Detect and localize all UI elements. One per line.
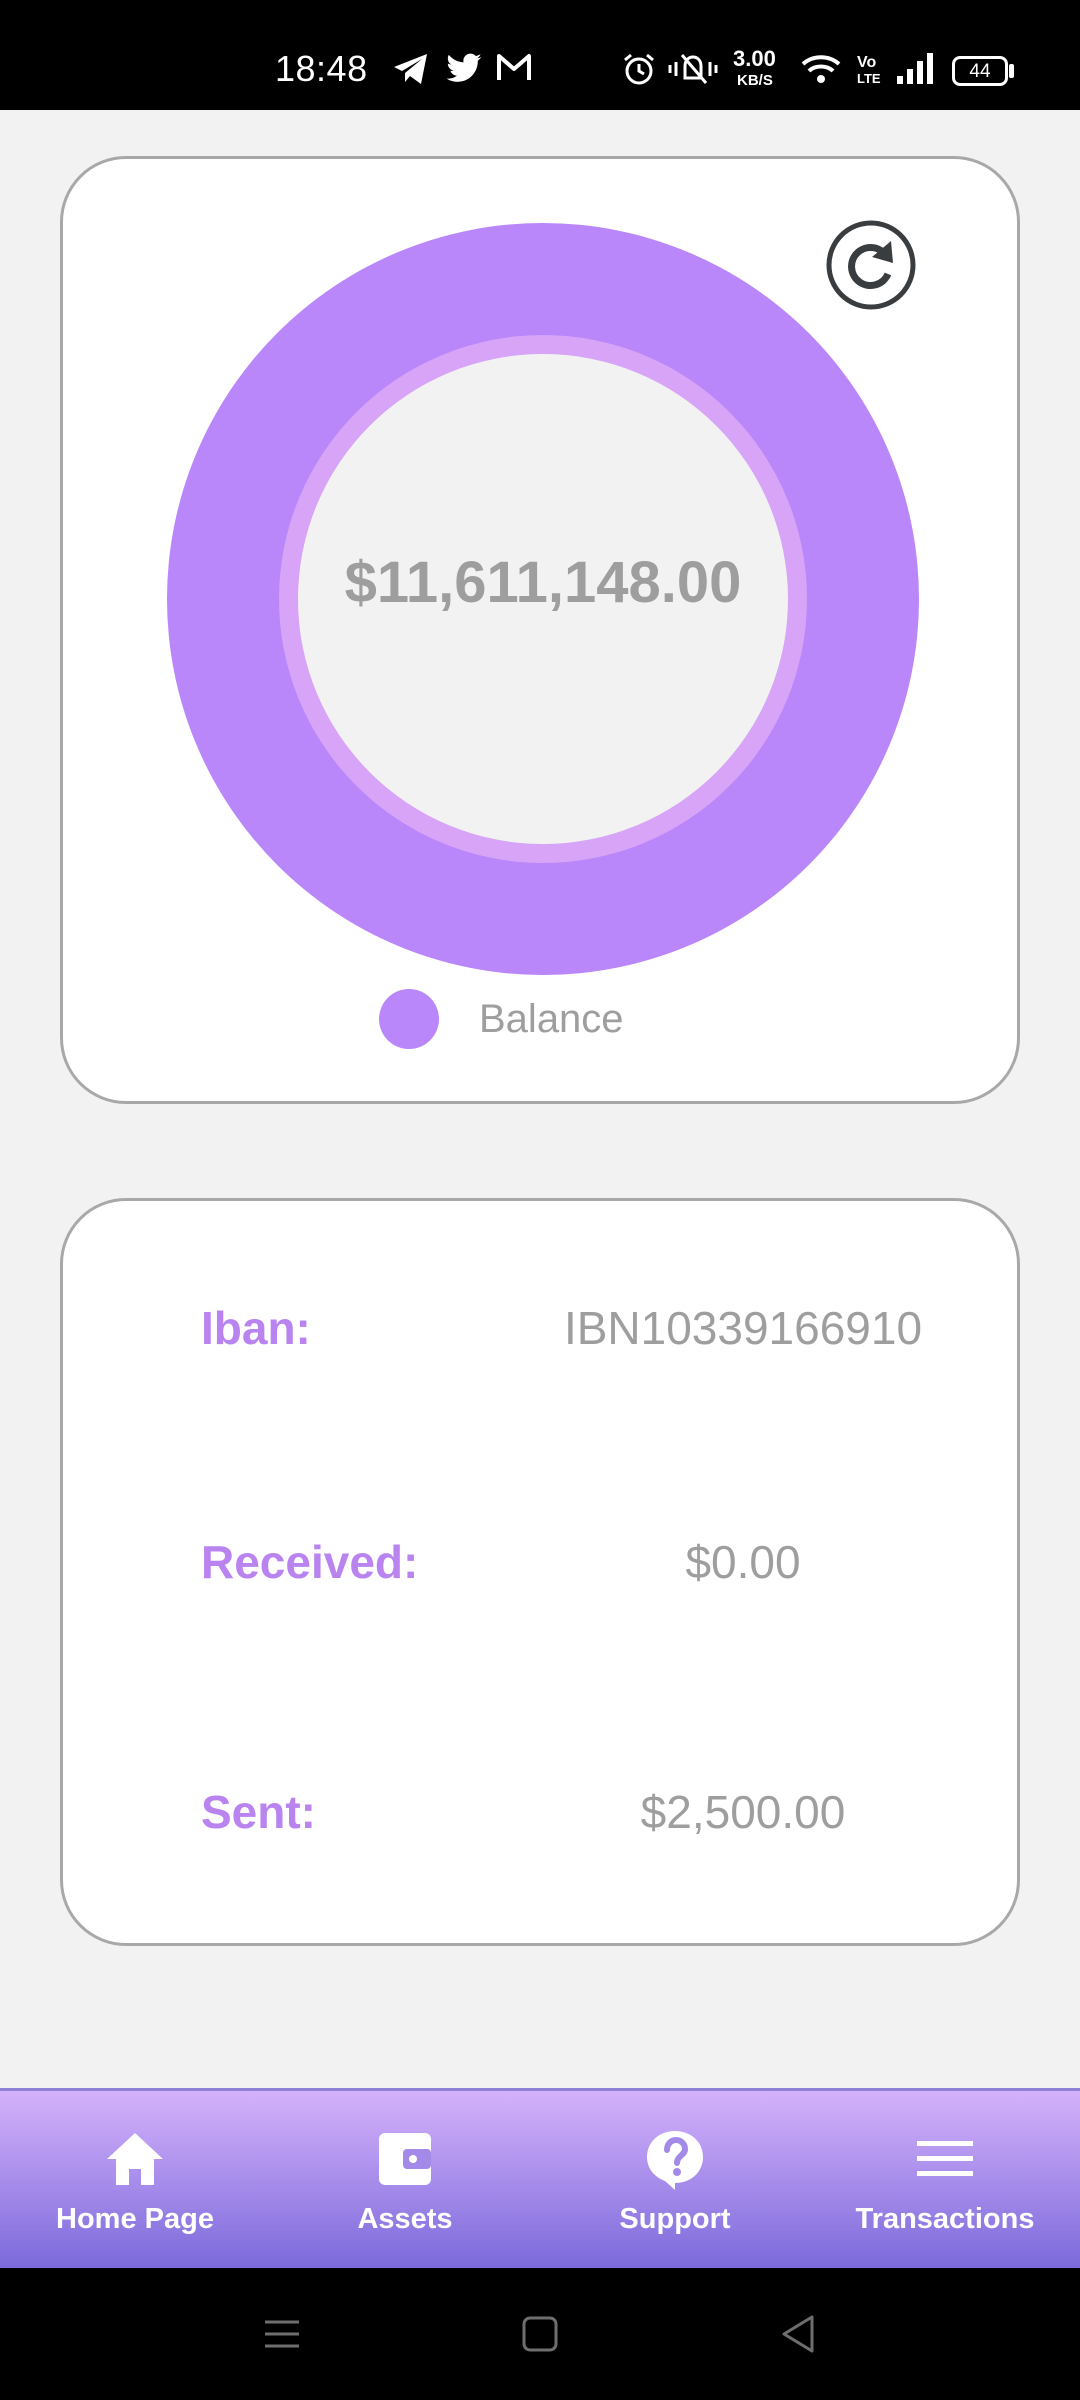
- recent-apps-icon[interactable]: [262, 2312, 302, 2356]
- back-icon[interactable]: [778, 2312, 818, 2356]
- telegram-icon: [394, 54, 427, 84]
- legend-dot-balance: [379, 989, 439, 1049]
- gmail-icon: [497, 54, 531, 80]
- twitter-icon: [446, 53, 482, 82]
- net-speed-unit: KB/S: [737, 72, 773, 89]
- bottom-navigation: Home Page Assets Support Transactions: [0, 2088, 1080, 2268]
- nav-item-home-page[interactable]: Home Page: [0, 2091, 270, 2268]
- sent-value: $2,500.00: [640, 1786, 846, 1838]
- battery-icon: 44: [952, 56, 1008, 86]
- sent-label: Sent:: [201, 1786, 316, 1838]
- alarm-icon: [624, 53, 654, 85]
- nav-item-assets[interactable]: Assets: [270, 2091, 540, 2268]
- legend-label-balance: Balance: [479, 997, 624, 1041]
- menu-icon: [917, 2141, 973, 2176]
- nav-label-support: Support: [619, 2203, 731, 2235]
- received-value: $0.00: [685, 1536, 801, 1588]
- wallet-icon: [379, 2133, 431, 2185]
- net-speed-value: 3.00: [733, 46, 776, 71]
- nav-item-support[interactable]: Support: [540, 2091, 810, 2268]
- nav-label-home-page: Home Page: [56, 2203, 214, 2235]
- status-bar: 18:48 3.00 KB/S Vo LTE 44: [0, 0, 1080, 110]
- balance-card: $11,611,148.00 Balance: [60, 156, 1020, 1104]
- balance-amount: $11,611,148.00: [344, 550, 742, 615]
- help-icon: [647, 2131, 703, 2190]
- signal-icon: [897, 53, 933, 84]
- battery-level: 44: [969, 61, 991, 82]
- nav-label-assets: Assets: [357, 2203, 453, 2235]
- system-navigation-bar: [0, 2268, 1080, 2400]
- nav-item-transactions[interactable]: Transactions: [810, 2091, 1080, 2268]
- status-time: 18:48: [275, 48, 368, 89]
- received-label: Received:: [201, 1536, 419, 1588]
- home-icon: [107, 2133, 163, 2185]
- home-system-icon[interactable]: [520, 2312, 560, 2356]
- wifi-icon: [801, 55, 841, 83]
- mute-vibrate-icon: [668, 54, 718, 84]
- nav-label-transactions: Transactions: [855, 2203, 1035, 2235]
- iban-label: Iban:: [201, 1302, 311, 1354]
- volte-bottom: LTE: [857, 71, 881, 86]
- iban-value: IBN10339166910: [563, 1302, 923, 1354]
- account-info-card: Iban: IBN10339166910 Received: $0.00 Sen…: [60, 1198, 1020, 1946]
